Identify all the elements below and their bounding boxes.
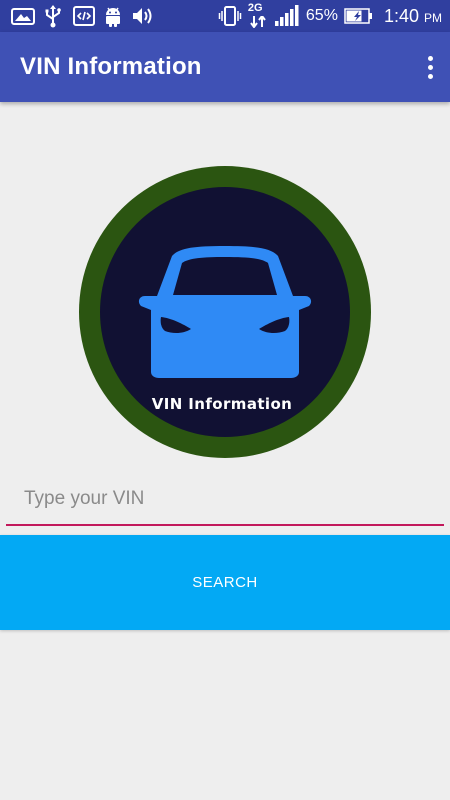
vin-input[interactable] (6, 474, 444, 526)
status-time-value: 1:40 (383, 5, 419, 26)
overflow-menu-button[interactable] (420, 47, 440, 87)
vibrate-icon (218, 6, 242, 26)
status-time-ampm: PM (424, 10, 442, 25)
overflow-menu-icon (427, 55, 433, 61)
search-button[interactable]: SEARCH (0, 535, 450, 630)
signal-icon (274, 5, 299, 26)
battery-percent: 65% (305, 7, 338, 24)
app-bar: VIN Information (0, 32, 450, 102)
gallery-icon (11, 8, 35, 25)
status-time: 1:40 PM (384, 6, 442, 27)
status-right: 2G 65% 1:40 PM (218, 0, 442, 32)
battery-charging-icon (344, 8, 372, 24)
volume-icon (133, 8, 152, 24)
app-title: VIN Information (20, 53, 202, 80)
code-icon (73, 6, 95, 26)
android-icon (106, 7, 120, 27)
network-label: 2G (247, 2, 263, 14)
vin-logo-graphic: VIN Information (79, 166, 371, 458)
network-2g-icon: 2G (248, 2, 268, 30)
status-bar: 2G 65% 1:40 PM (0, 0, 450, 32)
logo-caption: VIN Information (152, 395, 293, 413)
usb-icon (45, 5, 61, 28)
vin-logo: VIN Information (79, 166, 371, 458)
